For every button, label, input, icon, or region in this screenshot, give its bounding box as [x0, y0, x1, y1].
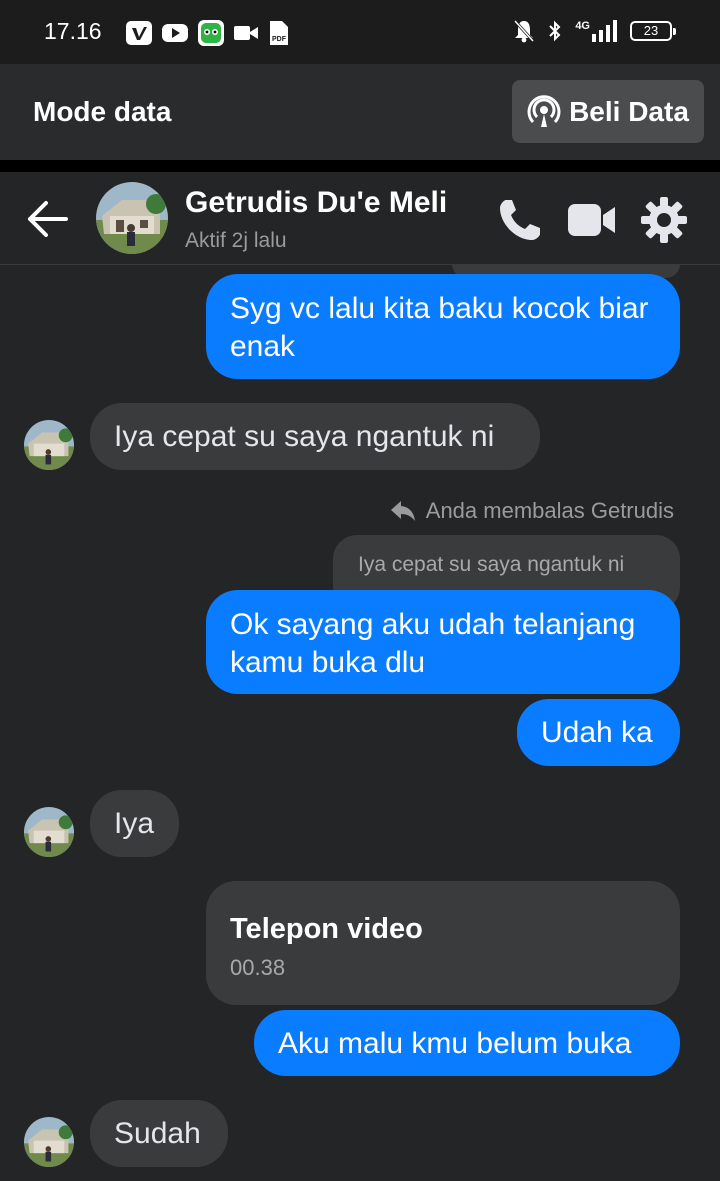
avatar-photo	[96, 182, 168, 254]
avatar-photo	[24, 420, 74, 470]
message-text: Iya cepat su saya ngantuk ni	[114, 420, 495, 453]
call-title: Telepon video	[230, 913, 423, 945]
svg-text:PDF: PDF	[272, 36, 287, 43]
message-outgoing[interactable]: Syg vc lalu kita baku kocok biar enak	[206, 274, 680, 379]
video-call-card[interactable]: Telepon video 00.38	[206, 881, 680, 1005]
message-incoming[interactable]: Sudah	[90, 1100, 228, 1167]
avatar-photo	[24, 807, 74, 857]
message-text: Iya	[114, 807, 155, 840]
message-outgoing[interactable]: Ok sayang aku udah telanjang kamu buka d…	[206, 590, 680, 694]
message-text: Syg vc lalu kita baku kocok biar enak	[230, 292, 649, 363]
youtube-app-icon	[162, 24, 188, 42]
broadcast-icon	[527, 94, 561, 127]
message-outgoing[interactable]: Udah ka	[517, 699, 680, 766]
video-recorder-icon	[234, 26, 258, 40]
network-type-label: 4G	[575, 20, 590, 32]
system-icons: 4G 23	[513, 19, 676, 43]
data-mode-banner: Mode data Beli Data	[0, 64, 720, 160]
phone-call-icon[interactable]	[496, 196, 544, 244]
call-duration: 00.38	[230, 955, 286, 980]
back-arrow-icon[interactable]	[26, 200, 70, 238]
avatar-photo	[24, 1117, 74, 1167]
chat-header: Getrudis Du'e Meli Aktif 2j lalu	[0, 172, 720, 265]
bluetooth-icon	[549, 20, 561, 42]
vimeo-app-icon	[126, 21, 152, 45]
message-text: Udah ka	[541, 716, 653, 749]
battery-icon: 23	[630, 21, 676, 41]
status-time: 17.16	[44, 18, 102, 44]
contact-name[interactable]: Getrudis Du'e Meli	[185, 186, 447, 220]
message-text: Sudah	[114, 1117, 201, 1150]
presence-status: Aktif 2j lalu	[185, 229, 287, 252]
notification-icons: PDF	[126, 20, 290, 46]
message-incoming[interactable]: Iya	[90, 790, 179, 857]
battery-level: 23	[643, 23, 659, 38]
divider	[0, 160, 720, 172]
quoted-text: Iya cepat su saya ngantuk ni	[358, 553, 625, 576]
video-call-icon[interactable]	[568, 202, 616, 238]
reply-indicator-text: Anda membalas Getrudis	[425, 498, 674, 523]
pdf-file-icon: PDF	[270, 21, 288, 45]
sender-avatar[interactable]	[24, 1117, 74, 1167]
message-text: Ok sayang aku udah telanjang kamu buka d…	[230, 608, 636, 679]
sender-avatar[interactable]	[24, 420, 74, 470]
sender-avatar[interactable]	[24, 807, 74, 857]
mute-bell-icon	[514, 19, 535, 43]
buy-data-label: Beli Data	[569, 95, 689, 127]
reply-indicator: Anda membalas Getrudis	[390, 498, 674, 524]
game-app-icon	[198, 20, 224, 46]
settings-gear-icon[interactable]	[640, 196, 688, 244]
contact-avatar[interactable]	[96, 182, 168, 254]
message-text: Aku malu kmu belum buka	[278, 1027, 632, 1060]
buy-data-button[interactable]: Beli Data	[512, 80, 704, 143]
reply-arrow-icon	[390, 501, 415, 521]
message-incoming[interactable]: Iya cepat su saya ngantuk ni	[90, 403, 540, 470]
status-bar: 17.16 PDF 4G 23	[0, 0, 720, 64]
data-mode-label: Mode data	[33, 96, 172, 127]
message-outgoing[interactable]: Aku malu kmu belum buka	[254, 1010, 680, 1076]
signal-bars-icon	[592, 20, 617, 42]
network-signal: 4G	[575, 20, 618, 42]
